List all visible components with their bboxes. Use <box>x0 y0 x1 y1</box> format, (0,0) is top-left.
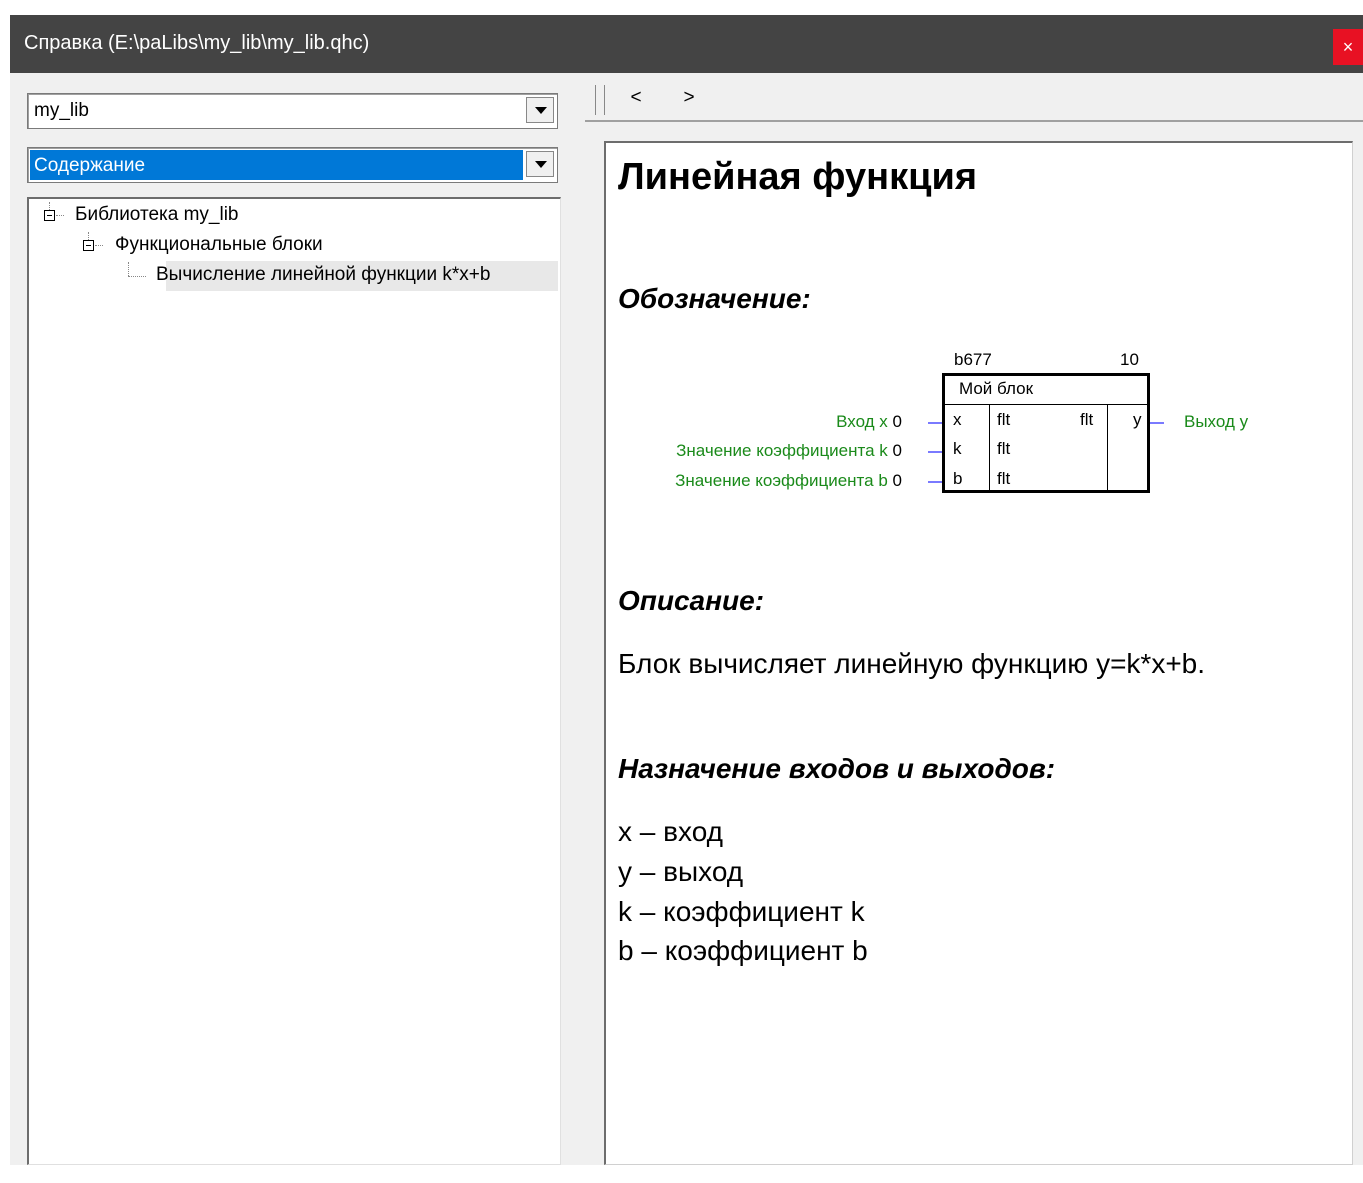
close-button[interactable]: × <box>1333 29 1363 65</box>
description-text: Блок вычисляет линейную функцию y=k*x+b. <box>618 648 1206 679</box>
collapse-icon[interactable] <box>44 210 55 221</box>
io-item-k: k – коэффициент k <box>618 896 865 927</box>
back-button[interactable]: < <box>621 87 651 109</box>
input-label-x: Вход x 0 <box>836 412 902 431</box>
input-pin-line <box>928 422 942 424</box>
pin-y: y <box>1133 410 1142 429</box>
io-item-b: b – коэффициент b <box>618 935 868 966</box>
type-x: flt <box>997 410 1011 429</box>
tree-item-linear-function[interactable]: Вычисление линейной функции k*x+b <box>156 264 490 286</box>
block-title-row: Мой блок <box>945 376 1147 405</box>
pin-k: k <box>953 439 962 458</box>
toolbar-divider <box>585 120 1363 122</box>
input-pin-line <box>928 451 942 453</box>
library-select-value: my_lib <box>34 100 89 121</box>
title-bar: Справка (E:\paLibs\my_lib\my_lib.qhc) × <box>10 15 1363 73</box>
type-b: flt <box>997 469 1011 488</box>
io-item-y: y – выход <box>618 856 744 887</box>
designation-heading: Обозначение: <box>618 283 811 314</box>
block-number: 10 <box>1120 350 1139 369</box>
tree-item-library[interactable]: Библиотека my_lib <box>75 204 239 226</box>
chevron-down-icon[interactable] <box>526 97 554 123</box>
library-select[interactable]: my_lib <box>27 93 558 129</box>
contents-tree[interactable]: Библиотека my_lib Функциональные блоки В… <box>27 197 561 1165</box>
type-y: flt <box>1080 410 1094 429</box>
window-title: Справка (E:\paLibs\my_lib\my_lib.qhc) <box>24 32 370 54</box>
type-k: flt <box>997 439 1011 458</box>
block-name: Мой блок <box>959 379 1034 398</box>
tree-item-function-blocks[interactable]: Функциональные блоки <box>115 234 323 256</box>
help-window: Справка (E:\paLibs\my_lib\my_lib.qhc) × … <box>10 15 1363 1165</box>
view-select[interactable]: Содержание <box>27 147 558 183</box>
pin-x: x <box>953 410 962 429</box>
content-pane[interactable]: Линейная функция Обозначение: b677 10 Мо… <box>604 141 1353 1165</box>
output-label-y: Выход y <box>1184 412 1249 431</box>
block-id: b677 <box>954 350 992 369</box>
input-label-k: Значение коэффициента k 0 <box>676 441 902 460</box>
view-select-value: Содержание <box>34 155 146 176</box>
block-symbol: Мой блок x k b flt flt flt flt y <box>942 373 1150 493</box>
input-pin-line <box>928 481 942 483</box>
forward-button[interactable]: > <box>674 87 704 109</box>
input-label-b: Значение коэффициента b 0 <box>675 471 902 490</box>
io-heading: Назначение входов и выходов: <box>618 753 1056 784</box>
collapse-icon[interactable] <box>83 240 94 251</box>
output-pin-line <box>1150 422 1164 424</box>
description-heading: Описание: <box>618 585 765 616</box>
chevron-down-icon[interactable] <box>526 151 554 177</box>
io-item-x: x – вход <box>618 816 723 847</box>
toolbar-grip <box>595 85 605 115</box>
page-title: Линейная функция <box>618 156 978 198</box>
pin-b: b <box>953 469 963 488</box>
